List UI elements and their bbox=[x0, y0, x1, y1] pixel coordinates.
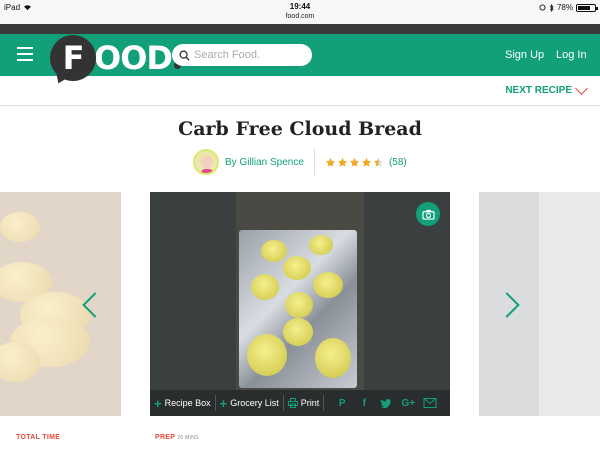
recipe-action-bar: + Recipe Box + Grocery List Print P f G+ bbox=[150, 390, 450, 416]
signup-link[interactable]: Sign Up bbox=[505, 49, 544, 61]
battery-fill bbox=[578, 5, 591, 10]
camera-icon[interactable] bbox=[416, 202, 440, 226]
main-recipe-photo[interactable] bbox=[150, 192, 450, 416]
star-icon bbox=[349, 157, 360, 167]
google-plus-icon[interactable]: G+ bbox=[400, 398, 416, 409]
recipe-subnav: NEXT RECIPE bbox=[0, 76, 600, 106]
search-icon bbox=[179, 49, 190, 61]
rating-count[interactable]: (58) bbox=[389, 157, 407, 168]
chevron-down-icon bbox=[575, 81, 588, 95]
status-bar: iPad 19:44 food.com 78% bbox=[0, 0, 600, 24]
bluetooth-icon bbox=[549, 3, 554, 12]
email-icon[interactable] bbox=[422, 398, 438, 408]
next-recipe-link[interactable]: NEXT RECIPE bbox=[505, 81, 588, 96]
recipe-byline: By Gillian Spence (58) bbox=[193, 149, 407, 175]
print-label: Print bbox=[300, 398, 320, 408]
search-box[interactable] bbox=[172, 44, 312, 66]
action-divider bbox=[323, 395, 325, 411]
status-time: 19:44 bbox=[289, 2, 311, 11]
recipe-box-button[interactable]: + Recipe Box bbox=[150, 390, 215, 416]
menu-icon[interactable] bbox=[17, 47, 33, 61]
plus-icon: + bbox=[154, 395, 162, 411]
author-link[interactable]: By Gillian Spence bbox=[225, 157, 304, 168]
author-avatar[interactable] bbox=[193, 149, 219, 175]
login-link[interactable]: Log In bbox=[556, 49, 587, 61]
status-right: 78% bbox=[539, 3, 598, 12]
food-logo[interactable]: F OOD bbox=[50, 35, 181, 81]
logo-badge: F bbox=[50, 35, 96, 81]
battery-icon bbox=[576, 3, 598, 12]
recipe-times: TOTAL TIME PREP 20 MINS bbox=[0, 432, 600, 450]
star-icon bbox=[361, 157, 372, 167]
rating-stars[interactable]: (58) bbox=[325, 157, 407, 168]
next-recipe-label: NEXT RECIPE bbox=[505, 85, 572, 96]
recipe-box-label: Recipe Box bbox=[164, 398, 211, 408]
star-icon bbox=[337, 157, 348, 167]
half-star-icon bbox=[373, 157, 384, 167]
photo-carousel bbox=[0, 192, 600, 416]
alarm-icon bbox=[539, 4, 546, 11]
prep-label: PREP bbox=[155, 434, 176, 441]
plus-icon: + bbox=[219, 395, 228, 411]
prep-time: PREP 20 MINS bbox=[155, 434, 199, 441]
twitter-icon[interactable] bbox=[378, 398, 394, 408]
grocery-list-label: Grocery List bbox=[230, 398, 279, 408]
print-button[interactable]: Print bbox=[284, 390, 324, 416]
share-buttons: P f G+ bbox=[334, 398, 438, 409]
cloud-bread-image bbox=[236, 192, 364, 392]
site-header: F OOD Sign Up Log In bbox=[0, 34, 600, 81]
search-input[interactable] bbox=[194, 49, 304, 61]
logo-letter: F bbox=[62, 39, 85, 77]
recipe-title: Carb Free Cloud Bread bbox=[178, 118, 422, 140]
facebook-icon[interactable]: f bbox=[356, 398, 372, 409]
print-icon bbox=[287, 398, 298, 408]
url-bar[interactable]: food.com bbox=[0, 13, 600, 20]
battery-percent: 78% bbox=[556, 3, 573, 12]
prep-value: 20 MINS bbox=[177, 435, 199, 441]
grocery-list-button[interactable]: + Grocery List bbox=[216, 390, 283, 416]
logo-wordmark: OOD bbox=[94, 39, 173, 77]
total-time-label: TOTAL TIME bbox=[16, 434, 61, 441]
byline-divider bbox=[313, 149, 315, 175]
browser-tab-strip bbox=[0, 24, 600, 34]
pinterest-icon[interactable]: P bbox=[334, 398, 350, 409]
star-icon bbox=[325, 157, 336, 167]
